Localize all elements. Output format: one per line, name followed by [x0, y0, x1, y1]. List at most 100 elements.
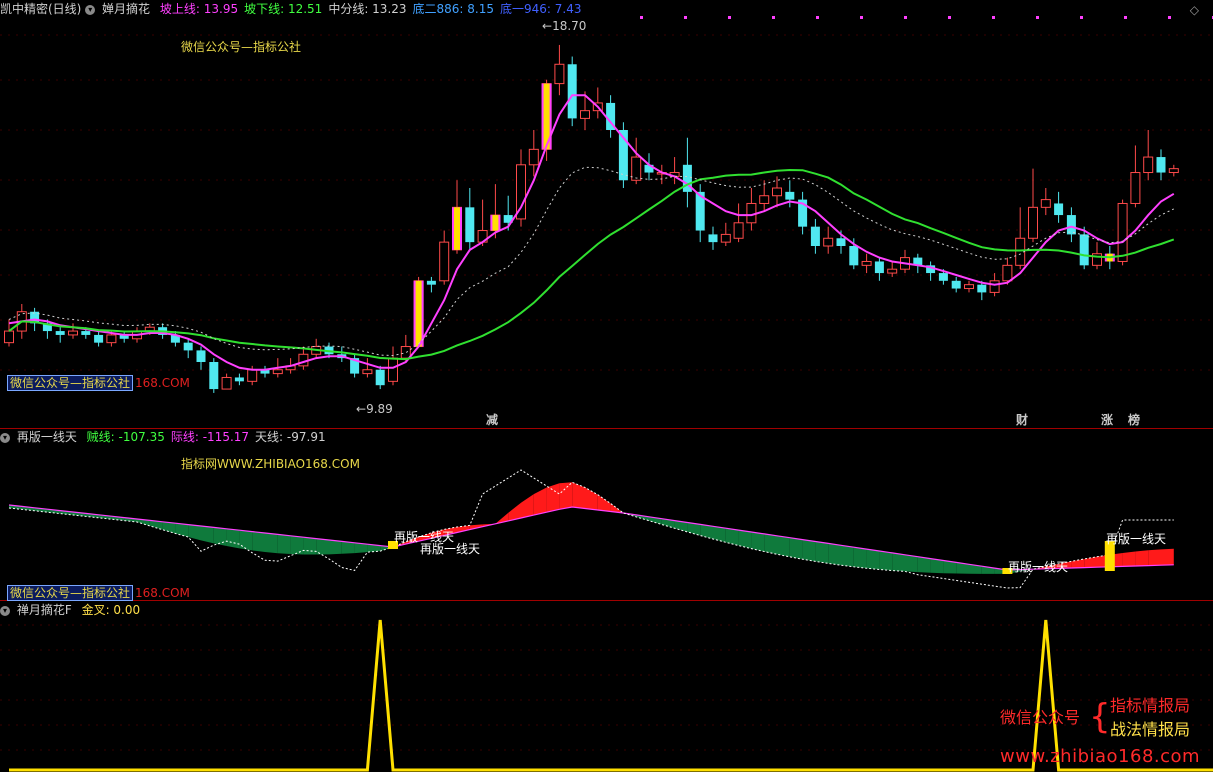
panel1-value-4: 底一946: 7.43	[500, 2, 582, 16]
ribbon-red	[521, 494, 534, 518]
candle-body-up	[4, 330, 14, 344]
chevron-down-icon[interactable]: ▾	[0, 605, 10, 616]
ribbon-green	[239, 530, 253, 551]
candle-body-down	[849, 246, 859, 266]
candle-body-down	[183, 342, 193, 351]
candle-body-up	[221, 376, 232, 390]
candle-body-up	[733, 222, 744, 239]
watermark-red: 168.COM	[135, 586, 190, 600]
candle-body-down	[708, 234, 718, 243]
candle-body-up	[989, 280, 1000, 293]
top-tick-mark	[1080, 16, 1083, 19]
candle-body-down	[938, 273, 948, 281]
candle-body-up	[631, 156, 642, 181]
candle-body-down	[209, 362, 219, 390]
top-tick-mark	[1168, 16, 1171, 19]
ribbon-red	[1148, 549, 1161, 566]
watermark-box: 微信公众号—指标公社	[7, 375, 134, 391]
panel1-grid	[0, 34, 1213, 371]
signal-jian: 减	[486, 413, 499, 427]
signal-label: 再版一线天	[1008, 560, 1069, 574]
top-tick-mark	[860, 16, 863, 19]
ribbon-green	[713, 526, 726, 543]
price-panel	[4, 16, 1213, 393]
stock-title: 凯中精密(日线)	[0, 2, 82, 16]
candle-body-up	[1040, 199, 1051, 208]
brace-icon: {	[1089, 697, 1111, 737]
ribbon-green	[252, 531, 265, 552]
indicator-values: 坡上线: 13.95 坡下线: 12.51 中分线: 13.23 底二886: 8.1…	[160, 2, 588, 16]
ribbon-green	[892, 552, 905, 572]
candle-body-down	[234, 377, 244, 382]
ribbon-green	[815, 541, 829, 564]
ma-upper-line	[8, 94, 1175, 371]
top-tick-mark	[728, 16, 731, 19]
candle-body-up	[106, 334, 117, 344]
ribbon-green	[917, 556, 931, 573]
candle-body-up	[272, 369, 283, 375]
candle-body-down	[836, 238, 846, 246]
panel1-header: 凯中精密(日线) ▾ 婵月摘花 坡上线: 13.95 坡下线: 12.51 中分线:…	[0, 2, 588, 16]
ribbon-green	[265, 533, 278, 554]
panel2-value-1: 际线: -115.17	[170, 430, 250, 444]
panel1-value-3: 底二886: 8.15	[412, 2, 495, 16]
top-tick-mark	[992, 16, 995, 19]
ribbon-green	[853, 547, 867, 569]
ribbon-green	[226, 528, 240, 549]
candle-body-up	[759, 195, 770, 204]
candle-body-up	[400, 346, 411, 359]
candle-body-up	[887, 268, 898, 274]
watermark-box: 微信公众号—指标公社	[7, 585, 134, 601]
chevron-down-icon[interactable]: ▾	[0, 432, 10, 443]
candle-body-down	[1066, 215, 1076, 235]
candle-body-up	[1117, 202, 1128, 262]
candle-body-up	[1002, 264, 1013, 282]
ribbon-green	[277, 534, 291, 555]
watermark-top: 指标网WWW.ZHIBIAO168.COM	[181, 457, 360, 471]
ribbon-green	[175, 523, 189, 538]
ribbon-green	[841, 545, 854, 567]
candle-body-down	[196, 350, 206, 362]
ribbon-red	[1161, 548, 1174, 566]
signal-label: 再版一线天	[420, 542, 481, 556]
indicator-name[interactable]: 禅月摘花F	[17, 603, 72, 617]
indicator-name[interactable]: 婵月摘花	[102, 2, 150, 16]
candle-body-up	[388, 357, 398, 382]
candle-body-down	[375, 369, 385, 386]
ribbon-green	[777, 535, 790, 557]
brand-line2b: 战法情报局	[1110, 720, 1191, 739]
candle-body-up	[964, 284, 974, 290]
candle-body-down	[465, 207, 475, 243]
panel1-value-0: 坡上线: 13.95	[159, 2, 239, 16]
signal-bar-yellow	[415, 280, 422, 347]
ribbon-red	[1135, 550, 1149, 566]
signal-bang: 榜	[1128, 413, 1141, 427]
ribbon-green	[789, 537, 803, 560]
ribbon-red	[1122, 551, 1136, 567]
chevron-down-icon[interactable]: ▾	[85, 4, 96, 15]
candle-body-down	[426, 280, 436, 285]
panel2-value-2: 天线: -97.91	[255, 430, 326, 444]
ribbon-green	[828, 543, 841, 566]
ribbon-green	[290, 535, 304, 555]
signal-label: 再版一线天	[1106, 532, 1167, 546]
ribbon-green	[764, 533, 777, 555]
oscillator-panel	[8, 469, 1174, 589]
top-tick-mark	[772, 16, 775, 19]
ribbon-red	[533, 487, 547, 516]
candle-body-up	[580, 110, 590, 119]
candle-body-up	[720, 233, 731, 243]
indicator-values: 贼线: -107.35 际线: -115.17 天线: -97.91	[87, 430, 332, 444]
indicator-name[interactable]: 再版一线天	[17, 430, 77, 444]
candle-body-down	[55, 331, 65, 335]
ribbon-green	[341, 541, 355, 554]
high-price-value: 18.70	[552, 19, 587, 33]
panel3-value-0: 金叉: 0.00	[81, 603, 141, 617]
signal-zhang: 涨	[1101, 413, 1114, 427]
low-price-label: ←9.89	[356, 402, 393, 416]
diamond-icon[interactable]: ◇	[1190, 3, 1199, 17]
candle-body-down	[810, 226, 820, 246]
ribbon-green	[802, 539, 816, 562]
panel1-value-2: 中分线: 13.23	[328, 2, 407, 16]
ribbon-green	[329, 540, 342, 555]
